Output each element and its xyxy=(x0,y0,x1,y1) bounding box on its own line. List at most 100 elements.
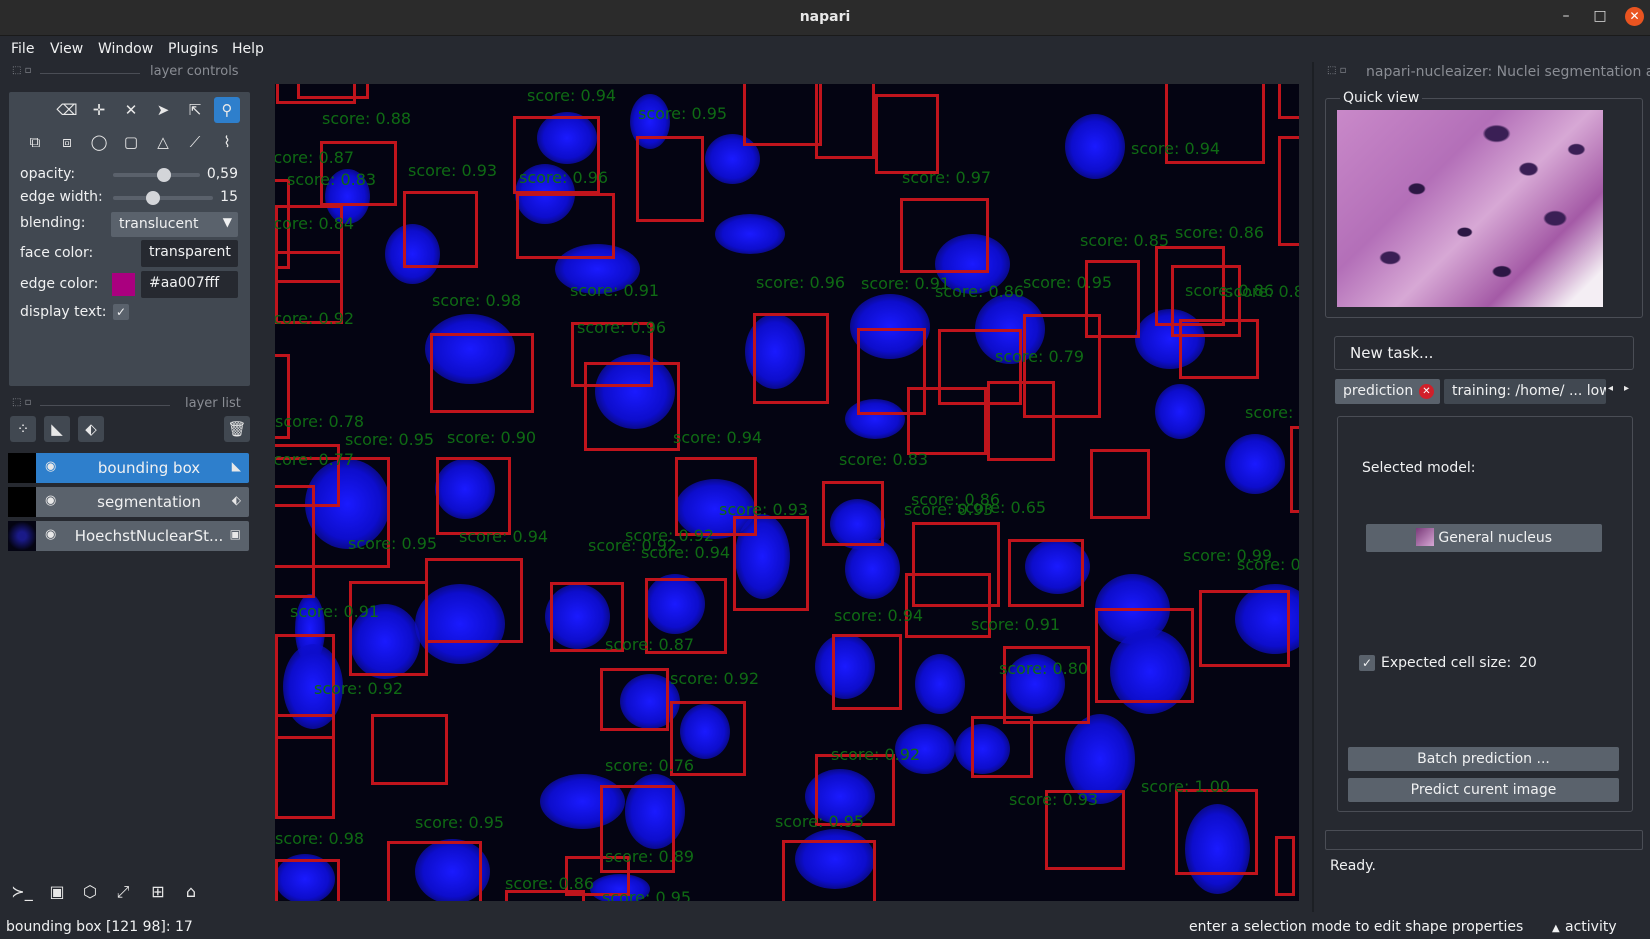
float-dock-icon[interactable]: ⬚ ▫ xyxy=(12,397,31,408)
chevron-up-icon[interactable]: ▲ xyxy=(1552,923,1560,934)
bounding-box-shape[interactable] xyxy=(743,84,822,146)
bounding-box-shape[interactable] xyxy=(1085,260,1140,338)
bounding-box-shape[interactable] xyxy=(1179,319,1259,379)
close-tab-icon[interactable]: ✕ xyxy=(1419,384,1434,399)
bounding-box-shape[interactable] xyxy=(1278,136,1299,246)
console-icon[interactable]: ≻_ xyxy=(9,879,35,905)
bounding-box-shape[interactable] xyxy=(403,191,478,268)
bounding-box-shape[interactable] xyxy=(349,581,428,676)
bounding-box-shape[interactable] xyxy=(436,457,511,535)
select-shape-icon[interactable]: ➤ xyxy=(150,97,176,123)
tab-training[interactable]: training: /home/ ... low xyxy=(1444,379,1606,404)
ndisplay-icon[interactable]: ▣ xyxy=(44,879,70,905)
bounding-box-shape[interactable] xyxy=(832,634,902,710)
bounding-box-shape[interactable] xyxy=(371,714,448,785)
bounding-box-shape[interactable] xyxy=(1175,789,1258,875)
bounding-box-shape[interactable] xyxy=(753,313,829,404)
menu-file[interactable]: File xyxy=(11,41,34,57)
bounding-box-shape[interactable] xyxy=(987,381,1055,461)
new-points-layer-icon[interactable]: ⁘ xyxy=(10,416,36,442)
bounding-box-shape[interactable] xyxy=(1199,590,1290,667)
new-task-box[interactable]: New task... xyxy=(1334,336,1634,370)
bounding-box-shape[interactable] xyxy=(275,859,340,901)
bounding-box-shape[interactable] xyxy=(425,558,523,643)
menu-view[interactable]: View xyxy=(50,41,83,57)
bounding-box-shape[interactable] xyxy=(971,716,1033,778)
bounding-box-shape[interactable] xyxy=(900,198,989,273)
delete-vertex-icon[interactable]: ⌫ xyxy=(54,97,80,123)
activity-button[interactable]: activity xyxy=(1565,919,1617,935)
maximize-icon[interactable]: □ xyxy=(1590,8,1610,24)
bounding-box-shape[interactable] xyxy=(600,668,669,731)
bounding-box-shape[interactable] xyxy=(1090,449,1150,519)
float-dock-icon[interactable]: ⬚ ▫ xyxy=(12,65,31,76)
move-front-icon[interactable]: ⧈ xyxy=(54,129,80,155)
predict-current-image-button[interactable]: Predict curent image xyxy=(1348,778,1619,802)
layer-row-bounding-box[interactable]: ◉ bounding box ◣ xyxy=(8,453,249,483)
blending-dropdown[interactable]: translucent ▼ xyxy=(111,212,238,237)
bounding-box-shape[interactable] xyxy=(1008,539,1084,607)
bounding-box-shape[interactable] xyxy=(907,387,987,455)
eye-icon[interactable]: ◉ xyxy=(45,527,56,542)
eye-icon[interactable]: ◉ xyxy=(45,459,56,474)
ellipse-icon[interactable]: ◯ xyxy=(86,129,112,155)
delete-shape-icon[interactable]: ✕ xyxy=(118,97,144,123)
display-text-checkbox[interactable]: ✓ xyxy=(113,304,129,320)
path-icon[interactable]: ⌇ xyxy=(214,129,240,155)
tab-scroll-right-icon[interactable]: ▸ xyxy=(1624,383,1629,394)
minimize-icon[interactable]: – xyxy=(1556,8,1576,24)
trash-icon[interactable]: 🗑 xyxy=(224,416,250,442)
new-labels-layer-icon[interactable]: ⬖ xyxy=(78,416,104,442)
layer-row-segmentation[interactable]: ◉ segmentation ⬖ xyxy=(8,487,249,517)
eye-icon[interactable]: ◉ xyxy=(45,493,56,508)
expected-cell-size-input[interactable]: 20 xyxy=(1511,651,1611,677)
rectangle-icon[interactable]: ▢ xyxy=(118,129,144,155)
edge-width-slider[interactable] xyxy=(113,196,213,200)
menu-window[interactable]: Window xyxy=(98,41,153,57)
move-back-icon[interactable]: ⧉ xyxy=(22,129,48,155)
expected-cell-size-checkbox[interactable]: ✓ xyxy=(1359,655,1375,671)
tab-scroll-left-icon[interactable]: ◂ xyxy=(1608,383,1613,394)
add-vertex-icon[interactable]: ✛ xyxy=(86,97,112,123)
bounding-box-shape[interactable] xyxy=(815,84,875,159)
polygon-icon[interactable]: △ xyxy=(150,129,176,155)
bounding-box-shape[interactable] xyxy=(875,94,939,174)
bounding-box-shape[interactable] xyxy=(636,136,704,222)
tab-prediction[interactable]: prediction ✕ xyxy=(1335,379,1440,404)
model-select-button[interactable]: General nucleus xyxy=(1366,524,1602,552)
roll-dims-icon[interactable]: ⬡ xyxy=(77,879,103,905)
dock-splitter[interactable] xyxy=(1312,62,1314,912)
layer-row-hoechst[interactable]: ◉ HoechstNuclearSt... ▣ xyxy=(8,521,249,551)
line-icon[interactable]: ⟋ xyxy=(182,129,208,155)
bounding-box-shape[interactable] xyxy=(822,481,884,546)
face-color-field[interactable]: transparent xyxy=(141,240,238,267)
new-shapes-layer-icon[interactable]: ◣ xyxy=(44,416,70,442)
bounding-box-shape[interactable] xyxy=(516,193,615,259)
grid-icon[interactable]: ⊞ xyxy=(145,879,171,905)
bounding-box-shape[interactable] xyxy=(275,714,335,819)
bounding-box-shape[interactable] xyxy=(387,841,482,901)
pan-zoom-icon[interactable]: ⚲ xyxy=(214,97,240,123)
batch-prediction-button[interactable]: Batch prediction ... xyxy=(1348,747,1619,771)
menu-help[interactable]: Help xyxy=(232,41,264,57)
bounding-box-shape[interactable] xyxy=(584,362,680,451)
bounding-box-shape[interactable] xyxy=(782,840,876,901)
bounding-box-shape[interactable] xyxy=(430,333,534,413)
bounding-box-shape[interactable] xyxy=(275,485,315,598)
bounding-box-shape[interactable] xyxy=(1278,84,1299,119)
float-dock-icon[interactable]: ⬚ ▫ xyxy=(1327,65,1346,76)
home-icon[interactable]: ⌂ xyxy=(178,879,204,905)
edge-width-slider-handle[interactable] xyxy=(146,191,160,205)
bounding-box-shape[interactable] xyxy=(733,516,809,611)
bounding-box-shape[interactable] xyxy=(1003,646,1090,724)
menu-plugins[interactable]: Plugins xyxy=(168,41,218,57)
direct-select-icon[interactable]: ⇱ xyxy=(182,97,208,123)
close-icon[interactable]: ✕ xyxy=(1625,7,1644,26)
viewer-canvas[interactable]: score: 0.94 score: 0.95 score: 0.88 score: … xyxy=(275,84,1299,901)
bounding-box-shape[interactable] xyxy=(1275,836,1295,896)
transpose-icon[interactable]: ⤢ xyxy=(110,879,136,905)
bounding-box-shape[interactable] xyxy=(276,84,356,104)
edge-color-swatch[interactable] xyxy=(112,273,135,296)
edge-color-field[interactable]: #aa007fff xyxy=(141,271,238,298)
bounding-box-shape[interactable] xyxy=(1095,608,1194,703)
